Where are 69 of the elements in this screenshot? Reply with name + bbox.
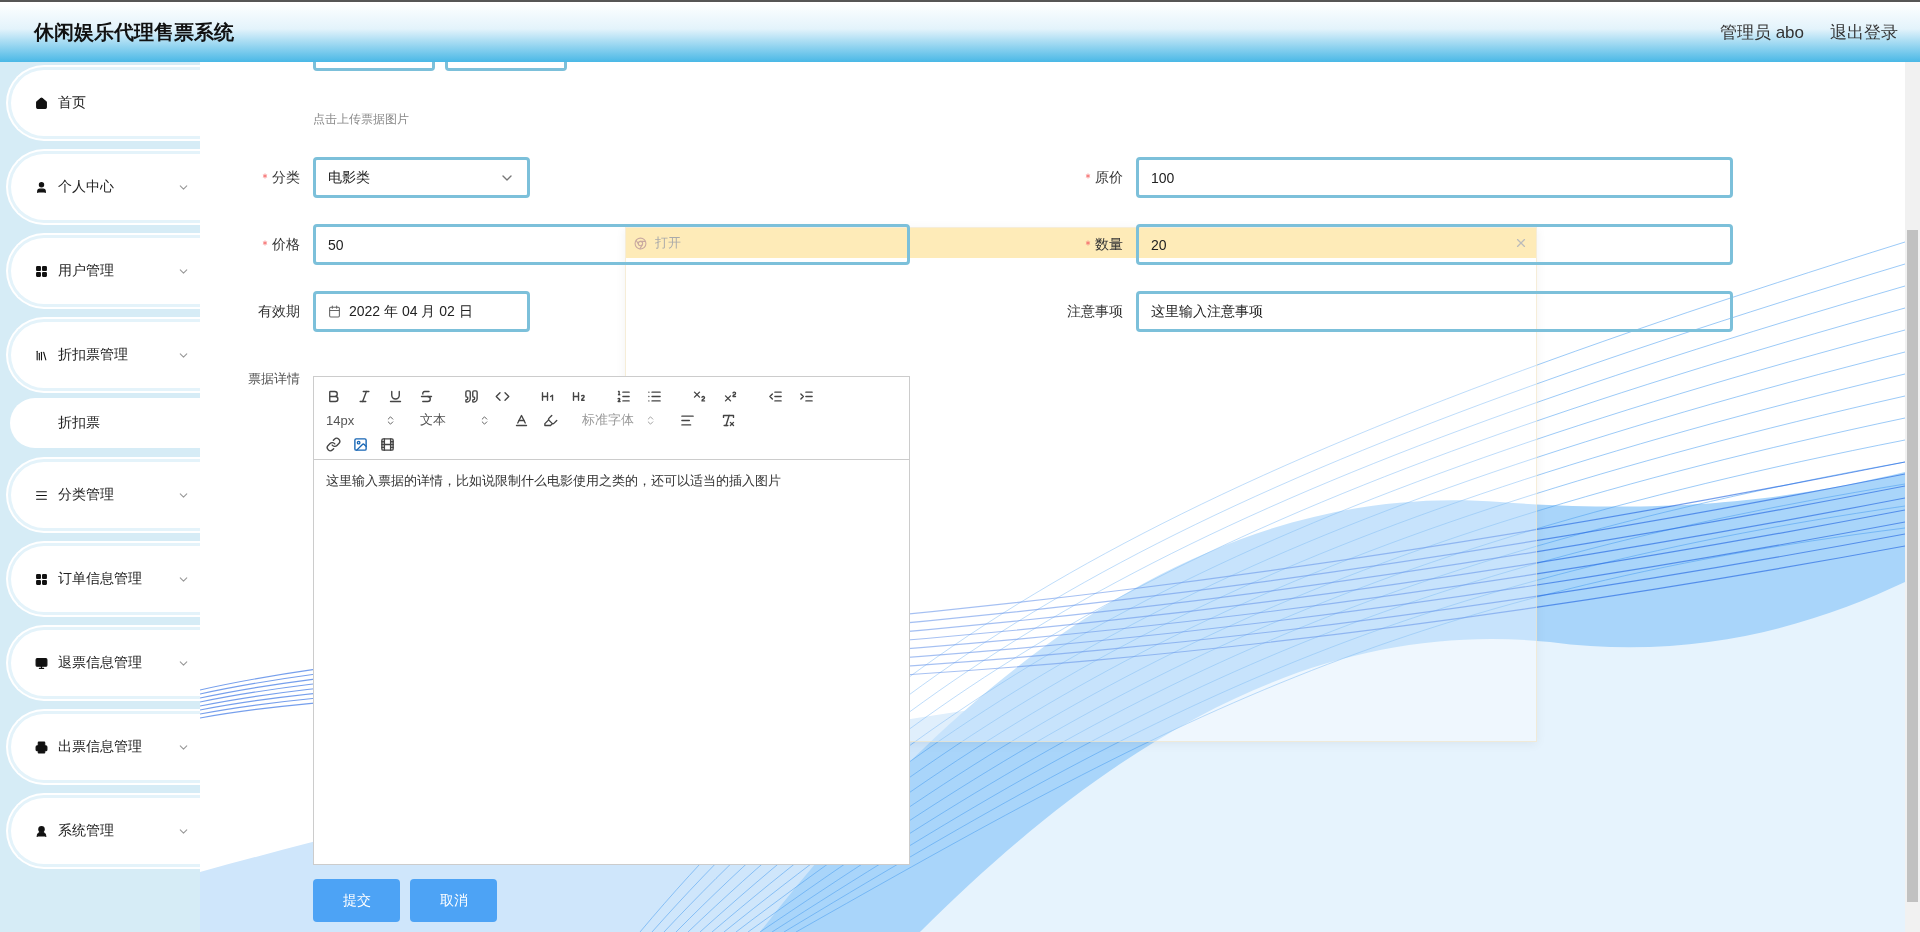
subscript-icon[interactable]: [692, 388, 707, 404]
monitor-icon: [35, 656, 48, 670]
updown-icon: [645, 414, 656, 426]
grid-icon: [35, 572, 48, 586]
updown-icon: [479, 414, 490, 426]
video-icon[interactable]: [380, 436, 395, 452]
home-icon: [35, 96, 48, 110]
printer-icon: [35, 740, 48, 754]
text-color-icon[interactable]: [514, 412, 529, 428]
indent-icon[interactable]: [799, 388, 814, 404]
user-name: 管理员 abo: [1719, 21, 1804, 44]
outdent-icon[interactable]: [768, 388, 783, 404]
books-icon: [35, 348, 48, 362]
field-label: 价格: [272, 235, 300, 252]
upload-hint: 点击上传票据图片: [313, 111, 410, 128]
align-left-icon[interactable]: [680, 412, 695, 428]
strikethrough-icon[interactable]: [419, 388, 434, 404]
field-label: 票据详情: [247, 370, 300, 388]
input-field[interactable]: 这里输入注意事项: [1136, 291, 1733, 332]
sidebar-item[interactable]: 订单信息管理: [8, 543, 200, 615]
scrollbar[interactable]: [1905, 62, 1920, 932]
dialog-title: 打开: [655, 234, 681, 252]
field-label: 原价: [1095, 168, 1123, 185]
field-label: 分类: [272, 168, 300, 185]
underline-icon[interactable]: [388, 388, 403, 404]
image-icon[interactable]: [353, 436, 368, 452]
field-label: 有效期: [258, 302, 300, 319]
editor-text: 这里输入票据的详情，比如说限制什么电影使用之类的，还可以适当的插入图片: [325, 472, 782, 490]
updown-icon: [385, 414, 396, 426]
sidebar-item[interactable]: 分类管理: [8, 459, 200, 531]
font-size-select[interactable]: 14px: [326, 412, 396, 428]
clear-format-icon[interactable]: [721, 412, 736, 428]
header-select[interactable]: 文本: [420, 411, 490, 429]
input-field[interactable]: 20: [1136, 224, 1733, 265]
sidebar-item[interactable]: 退票信息管理: [8, 627, 200, 699]
required-asterisk-icon: [1084, 171, 1092, 180]
sidebar-item[interactable]: 个人中心: [8, 151, 200, 223]
category-select[interactable]: 电影类: [313, 157, 530, 198]
input-field[interactable]: 100: [1136, 157, 1733, 198]
scrollbar-thumb[interactable]: [1907, 230, 1918, 902]
required-asterisk-icon: [261, 171, 269, 180]
calendar-icon: [328, 305, 341, 318]
sidebar-item[interactable]: 首页: [8, 67, 200, 139]
required-asterisk-icon: [1084, 238, 1092, 247]
user-icon: [35, 824, 48, 838]
quote-icon[interactable]: [464, 388, 479, 404]
link-icon[interactable]: [326, 436, 341, 452]
bullet-list-icon[interactable]: [647, 388, 662, 404]
user-icon: [35, 180, 48, 194]
highlight-icon[interactable]: [543, 412, 558, 428]
sidebar-item[interactable]: 系统管理: [8, 795, 200, 867]
browser-icon: [634, 236, 647, 250]
sidebar-item[interactable]: 用户管理: [8, 235, 200, 307]
field-label: 注意事项: [1067, 302, 1123, 319]
rich-text-editor[interactable]: 14px 文本 标准字体 这里输入票据的详情，比如说限制什么电影使用之类的，还可以适当的插入图片: [313, 376, 910, 865]
bold-icon[interactable]: [326, 388, 341, 404]
grid-icon: [35, 264, 48, 278]
ordered-list-icon[interactable]: [616, 388, 631, 404]
sidebar-item[interactable]: 出票信息管理: [8, 711, 200, 783]
superscript-icon[interactable]: [723, 388, 738, 404]
italic-icon[interactable]: [357, 388, 372, 404]
sidebar-item[interactable]: 折扣票管理: [8, 319, 200, 391]
required-asterisk-icon: [261, 238, 269, 247]
sidebar-subitem[interactable]: 折扣票: [10, 398, 200, 448]
logout-link[interactable]: 退出登录: [1830, 20, 1898, 44]
app-title: 休闲娱乐代理售票系统: [34, 19, 234, 45]
field-label: 数量: [1095, 235, 1123, 252]
list-icon: [35, 488, 48, 502]
date-field[interactable]: 2022 年 04 月 02 日: [313, 291, 530, 332]
